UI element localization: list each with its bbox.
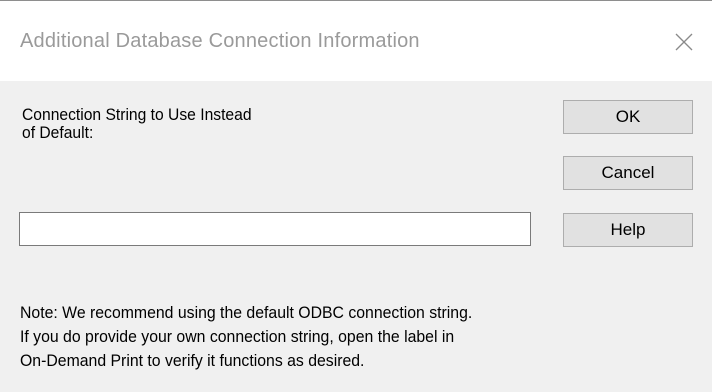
- dialog-window: Additional Database Connection Informati…: [0, 0, 712, 392]
- help-button[interactable]: Help: [563, 213, 693, 247]
- note-line3: On-Demand Print to verify it functions a…: [20, 351, 365, 370]
- connection-string-input[interactable]: [19, 212, 531, 246]
- close-icon[interactable]: [671, 29, 697, 55]
- connection-string-label-line1: Connection String to Use Instead: [22, 105, 252, 124]
- note-line2: If you do provide your own connection st…: [20, 327, 455, 346]
- title-bar: Additional Database Connection Informati…: [0, 1, 712, 81]
- connection-string-label-line2: of Default:: [22, 123, 94, 142]
- note-line1: Note: We recommend using the default ODB…: [20, 303, 473, 322]
- dialog-title: Additional Database Connection Informati…: [20, 30, 420, 52]
- ok-button[interactable]: OK: [563, 100, 693, 134]
- cancel-button[interactable]: Cancel: [563, 156, 693, 190]
